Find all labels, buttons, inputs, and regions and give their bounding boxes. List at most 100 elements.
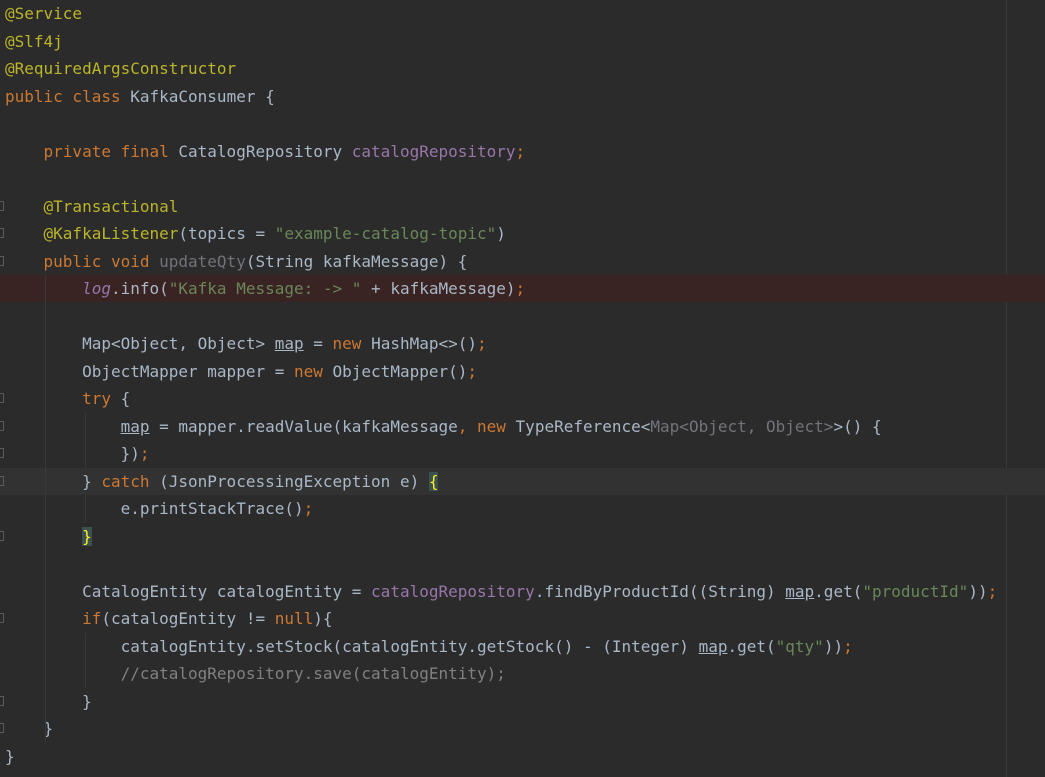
code-token: )) bbox=[823, 636, 844, 656]
code-token: "qty" bbox=[775, 636, 824, 656]
code-token: new bbox=[477, 416, 516, 436]
fold-marker-icon[interactable] bbox=[0, 475, 4, 486]
fold-marker-icon[interactable] bbox=[0, 530, 4, 541]
code-token: )) bbox=[968, 581, 988, 601]
code-token: ; bbox=[843, 636, 853, 656]
fold-marker-icon[interactable] bbox=[0, 200, 4, 211]
code-token: KafkaConsumer { bbox=[130, 86, 275, 106]
code-line[interactable]: ObjectMapper mapper = new ObjectMapper()… bbox=[0, 358, 1045, 385]
code-line[interactable]: }); bbox=[0, 440, 1045, 467]
code-text: }); bbox=[5, 440, 150, 467]
fold-marker-icon[interactable] bbox=[0, 695, 4, 706]
fold-marker-icon[interactable] bbox=[0, 723, 4, 733]
code-text: @RequiredArgsConstructor bbox=[5, 55, 236, 82]
code-editor[interactable]: @Service @Slf4j @RequiredArgsConstructor pu… bbox=[0, 0, 1045, 777]
fold-marker-icon[interactable] bbox=[0, 393, 4, 403]
code-token: .findByProductId((String) bbox=[534, 581, 786, 601]
code-token: @Service bbox=[5, 4, 83, 23]
code-line[interactable]: @Transactional bbox=[0, 193, 1045, 220]
code-text: @Transactional bbox=[5, 193, 179, 220]
code-token: .get( bbox=[814, 581, 863, 601]
code-text: } bbox=[5, 523, 92, 550]
code-token: @KafkaListener bbox=[43, 224, 179, 243]
code-token: (catalogEntity != bbox=[101, 609, 275, 628]
code-line[interactable]: CatalogEntity catalogEntity = catalogRep… bbox=[0, 578, 1045, 605]
code-token: }) bbox=[5, 444, 140, 463]
code-token: map bbox=[274, 334, 304, 353]
code-text: } catch (JsonProcessingException e) { bbox=[5, 468, 439, 495]
code-text: try { bbox=[5, 385, 130, 412]
code-line[interactable]: } bbox=[0, 688, 1045, 715]
code-token: new bbox=[293, 361, 333, 381]
code-line[interactable] bbox=[0, 165, 1045, 192]
code-token: = bbox=[303, 334, 333, 353]
fold-marker-icon[interactable] bbox=[0, 448, 4, 458]
code-token: ; bbox=[515, 141, 526, 161]
code-token: CatalogRepository bbox=[178, 141, 352, 161]
fold-marker-icon[interactable] bbox=[0, 228, 4, 238]
code-line[interactable]: map = mapper.readValue(kafkaMessage, new… bbox=[0, 413, 1045, 440]
code-text: map = mapper.readValue(kafkaMessage, new… bbox=[5, 413, 882, 440]
code-line[interactable]: e.printStackTrace(); bbox=[0, 495, 1045, 522]
code-text: private final CatalogRepository catalogR… bbox=[5, 138, 526, 165]
code-text: public class KafkaConsumer { bbox=[5, 83, 275, 110]
code-token: e.printStackTrace() bbox=[5, 499, 304, 518]
code-token: //catalogRepository.save(catalogEntity); bbox=[120, 664, 506, 683]
indent-guide bbox=[85, 632, 86, 688]
code-text: ObjectMapper mapper = new ObjectMapper()… bbox=[5, 358, 477, 385]
code-token: TypeReference< bbox=[515, 416, 651, 436]
code-line[interactable]: private final CatalogRepository catalogR… bbox=[0, 138, 1045, 165]
code-token: private final bbox=[43, 141, 179, 161]
code-line[interactable] bbox=[0, 303, 1045, 330]
code-token: @Transactional bbox=[43, 196, 179, 216]
code-text: //catalogRepository.save(catalogEntity); bbox=[5, 660, 506, 687]
code-token: catalogRepository bbox=[371, 581, 535, 601]
code-line[interactable]: public class KafkaConsumer { bbox=[0, 83, 1045, 110]
code-line[interactable]: } bbox=[0, 715, 1045, 742]
code-line[interactable]: log.info("Kafka Message: -> " + kafkaMes… bbox=[0, 275, 1045, 302]
fold-marker-icon[interactable] bbox=[0, 420, 4, 431]
code-line[interactable]: } bbox=[0, 743, 1045, 770]
code-token: (topics = bbox=[178, 224, 275, 243]
code-token: (JsonProcessingException e) bbox=[159, 471, 429, 491]
code-token: } bbox=[5, 471, 102, 491]
code-line[interactable]: } bbox=[0, 523, 1045, 550]
code-token: new bbox=[332, 334, 372, 353]
code-token: "example-catalog-topic" bbox=[274, 224, 497, 243]
code-line[interactable] bbox=[0, 110, 1045, 137]
code-line[interactable]: if(catalogEntity != null){ bbox=[0, 605, 1045, 632]
code-line[interactable]: //catalogRepository.save(catalogEntity); bbox=[0, 660, 1045, 687]
code-text: e.printStackTrace(); bbox=[5, 495, 314, 522]
code-token: } bbox=[5, 746, 15, 766]
code-token: ) bbox=[496, 224, 506, 243]
fold-marker-icon[interactable] bbox=[0, 613, 4, 623]
code-token: map bbox=[785, 581, 815, 601]
code-token: >() { bbox=[833, 416, 882, 436]
code-line[interactable]: try { bbox=[0, 385, 1045, 412]
code-line[interactable]: @Service bbox=[0, 0, 1045, 27]
code-line[interactable] bbox=[0, 550, 1045, 577]
code-line[interactable]: @RequiredArgsConstructor bbox=[0, 55, 1045, 82]
code-text: catalogEntity.setStock(catalogEntity.get… bbox=[5, 633, 853, 660]
code-token: log bbox=[82, 279, 111, 298]
code-line[interactable]: @Slf4j bbox=[0, 28, 1045, 55]
code-line[interactable]: Map<Object, Object> map = new HashMap<>(… bbox=[0, 330, 1045, 357]
code-token: .get( bbox=[727, 636, 776, 656]
code-text: if(catalogEntity != null){ bbox=[5, 605, 333, 632]
code-token: ){ bbox=[313, 609, 333, 628]
fold-marker-icon[interactable] bbox=[0, 255, 4, 266]
code-line[interactable]: @KafkaListener(topics = "example-catalog… bbox=[0, 220, 1045, 247]
code-token: if bbox=[82, 609, 102, 628]
code-line[interactable]: } catch (JsonProcessingException e) { bbox=[0, 467, 1045, 495]
code-token: ObjectMapper mapper = bbox=[5, 361, 294, 381]
code-line[interactable]: public void updateQty(String kafkaMessag… bbox=[0, 248, 1045, 275]
code-line[interactable]: catalogEntity.setStock(catalogEntity.get… bbox=[0, 633, 1045, 660]
